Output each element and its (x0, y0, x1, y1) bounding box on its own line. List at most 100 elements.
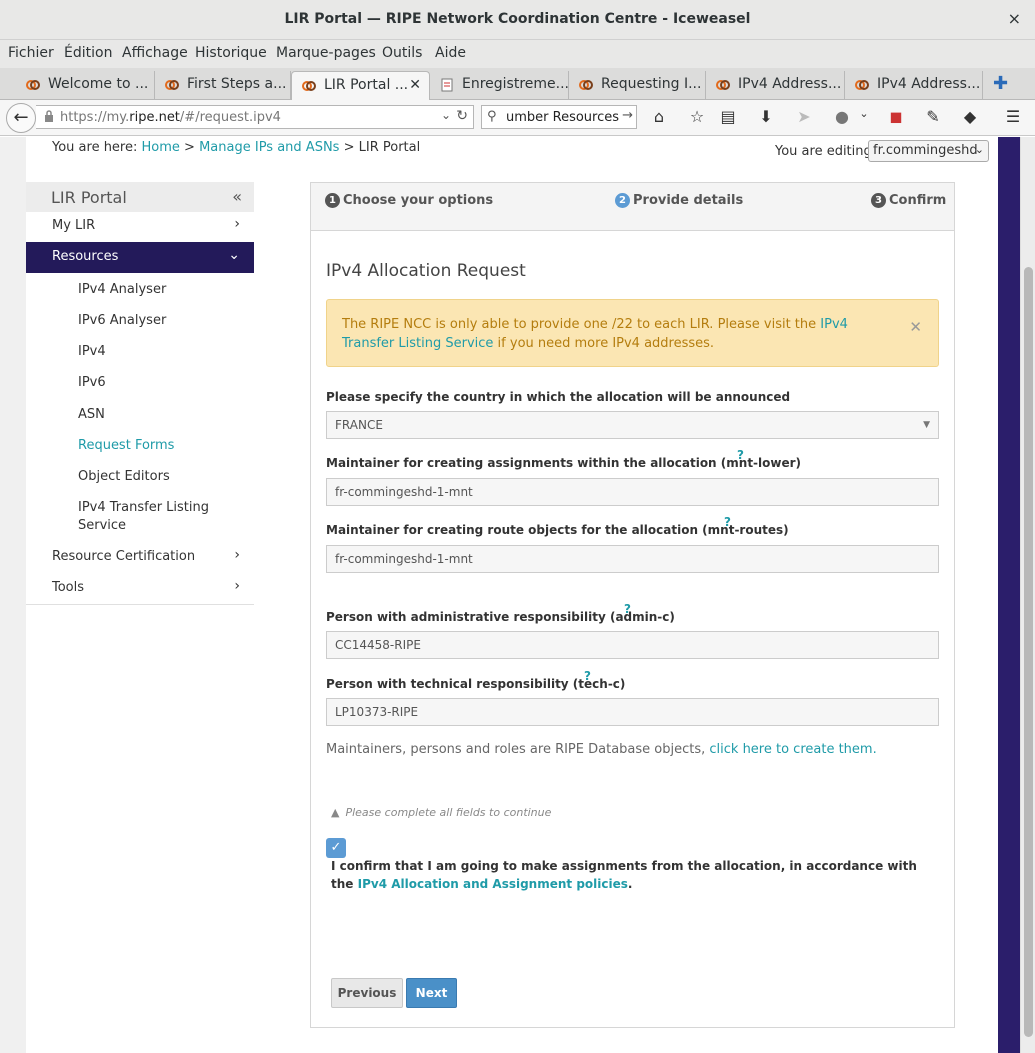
sidebar-item-label: Tools (52, 580, 85, 595)
chevron-down-icon[interactable]: ⌄ (441, 108, 451, 122)
previous-button[interactable]: Previous (331, 978, 403, 1008)
sidebar-divider (26, 604, 254, 605)
window-close-button[interactable]: × (1008, 9, 1021, 28)
sidebar-item-resource-certification[interactable]: Resource Certification › (26, 542, 254, 573)
tab-ipv4-address-2[interactable]: IPv4 Address... (845, 71, 983, 100)
go-arrow-icon[interactable]: → (622, 108, 633, 123)
breadcrumb-separator: > (343, 140, 355, 155)
help-icon[interactable]: ? (584, 669, 591, 683)
search-icon: ⚲ (487, 109, 497, 124)
chevron-right-icon: › (234, 547, 240, 563)
help-icon[interactable]: ? (624, 602, 631, 616)
tab-requesting[interactable]: Requesting I... (569, 71, 706, 100)
tab-lir-portal[interactable]: LIR Portal ... ✕ (291, 71, 430, 100)
sidebar-title: LIR Portal (51, 188, 127, 207)
tab-first-steps[interactable]: First Steps a... (155, 71, 291, 100)
chevron-down-icon: ⌄ (974, 143, 984, 156)
lock-icon (45, 110, 53, 122)
tab-label: Requesting I... (601, 76, 702, 92)
breadcrumb-manage[interactable]: Manage IPs and ASNs (199, 140, 339, 155)
download-icon[interactable]: ⬇ (755, 107, 777, 126)
menu-marque-pages[interactable]: Marque-pages (276, 45, 376, 61)
ripe-favicon-icon (855, 80, 869, 90)
tab-ipv4-address-1[interactable]: IPv4 Address... (706, 71, 845, 100)
admin-c-field[interactable]: CC14458-RIPE (326, 631, 939, 659)
chevron-right-icon: › (234, 578, 240, 594)
vertical-scrollbar[interactable] (1020, 137, 1035, 1053)
sidebar-subitem-ipv6-analyser[interactable]: IPv6 Analyser (78, 313, 166, 328)
tech-c-field[interactable]: LP10373-RIPE (326, 698, 939, 726)
sidebar-item-my-lir[interactable]: My LIR › (26, 211, 254, 242)
step-confirm: 3 Confirm (871, 193, 946, 208)
admin-c-label: Person with administrative responsibilit… (326, 610, 675, 624)
sidebar-subitem-ipv6[interactable]: IPv6 (78, 375, 106, 390)
allocation-policies-link[interactable]: IPv4 Allocation and Assignment policies (358, 877, 628, 891)
step-choose-options: 1 Choose your options (325, 193, 493, 208)
sidebar-item-resources[interactable]: Resources ⌄ (26, 242, 254, 273)
greasemonkey-icon[interactable]: ✎ (922, 107, 944, 126)
sidebar-item-tools[interactable]: Tools › (26, 573, 254, 604)
sidebar-subitem-asn[interactable]: ASN (78, 407, 105, 422)
menu-historique[interactable]: Historique (195, 45, 267, 61)
collapse-double-chevron-icon[interactable]: « (232, 187, 242, 206)
bookmark-star-icon[interactable]: ☆ (686, 107, 708, 126)
url-bar[interactable]: https://my.ripe.net/#/request.ipv4 ⌄ ↻ (36, 105, 474, 129)
tab-welcome[interactable]: Welcome to ... (16, 71, 155, 100)
menu-fichier[interactable]: Fichier (8, 45, 54, 61)
reading-list-icon[interactable]: ▤ (717, 107, 739, 126)
menu-affichage[interactable]: Affichage (122, 45, 188, 61)
menu-outils[interactable]: Outils (382, 45, 422, 61)
close-icon[interactable]: ✕ (909, 318, 922, 336)
country-select-value: FRANCE (335, 418, 383, 432)
pocket-icon[interactable]: ◆ (959, 107, 981, 126)
tab-label: IPv4 Address... (738, 76, 842, 92)
sidebar-subitem-ipv4[interactable]: IPv4 (78, 344, 106, 359)
sidebar-subitem-ipv4-analyser[interactable]: IPv4 Analyser (78, 282, 166, 297)
search-input[interactable]: umber Resources (506, 110, 619, 125)
tab-label: Enregistreme... (462, 76, 569, 92)
country-label: Please specify the country in which the … (326, 390, 791, 404)
lir-select[interactable]: fr.commingeshd ⌄ (868, 140, 989, 162)
confirm-text: I confirm that I am going to make assign… (331, 859, 917, 891)
country-select[interactable]: FRANCE ▼ (326, 411, 939, 439)
window-title: LIR Portal — RIPE Network Coordination C… (284, 11, 751, 27)
extension-icon[interactable]: ◼ (885, 107, 907, 126)
tab-enregistrement[interactable]: Enregistreme... (430, 71, 569, 100)
send-icon[interactable]: ➤ (793, 107, 815, 126)
breadcrumb-home[interactable]: Home (142, 140, 180, 155)
new-tab-plus-icon[interactable]: ✚ (993, 73, 1008, 94)
breadcrumb-current: LIR Portal (358, 140, 421, 155)
mnt-lower-field[interactable]: fr-commingeshd-1-mnt (326, 478, 939, 506)
sidebar-subitem-transfer-listing-service[interactable]: Service (78, 518, 126, 533)
wizard-steps: 1 Choose your options 2 Provide details 3C… (311, 183, 954, 231)
tab-strip: Welcome to ... First Steps a... LIR Port… (0, 68, 1035, 100)
mnt-routes-field[interactable]: fr-commingeshd-1-mnt (326, 545, 939, 573)
next-button[interactable]: Next (406, 978, 457, 1008)
warning-triangle-icon: ▲ (331, 806, 340, 819)
help-icon[interactable]: ? (724, 515, 731, 529)
tech-c-label: Person with technical responsibility (te… (326, 677, 626, 691)
menu-edition[interactable]: Édition (64, 45, 112, 61)
ripe-favicon-icon (579, 80, 593, 90)
menu-bar: Fichier Édition Affichage Historique Mar… (0, 40, 1035, 68)
ripe-favicon-icon (165, 80, 179, 90)
home-icon[interactable]: ⌂ (648, 107, 670, 126)
breadcrumb: You are here: Home > Manage IPs and ASNs… (52, 140, 420, 155)
ripe-favicon-icon (26, 80, 40, 90)
create-objects-link[interactable]: click here to create them. (709, 742, 876, 757)
sidebar-subitem-transfer-listing[interactable]: IPv4 Transfer Listing (78, 500, 209, 515)
menu-aide[interactable]: Aide (435, 45, 466, 61)
adblock-icon[interactable]: ● (831, 107, 853, 126)
sidebar-subitem-request-forms[interactable]: Request Forms (78, 438, 174, 453)
ripe-favicon-icon (716, 80, 730, 90)
search-bar[interactable]: ⚲ umber Resources → (481, 105, 637, 129)
scrollbar-thumb[interactable] (1024, 267, 1033, 1037)
sidebar-subitem-object-editors[interactable]: Object Editors (78, 469, 170, 484)
close-icon[interactable]: ✕ (409, 77, 421, 93)
chevron-down-icon[interactable]: ⌄ (853, 107, 875, 120)
confirm-checkbox[interactable]: ✓ (326, 838, 346, 858)
hamburger-menu-icon[interactable]: ☰ (1002, 107, 1024, 126)
help-icon[interactable]: ? (737, 448, 744, 462)
reload-icon[interactable]: ↻ (456, 108, 468, 124)
back-arrow-icon[interactable]: ← (6, 103, 36, 133)
